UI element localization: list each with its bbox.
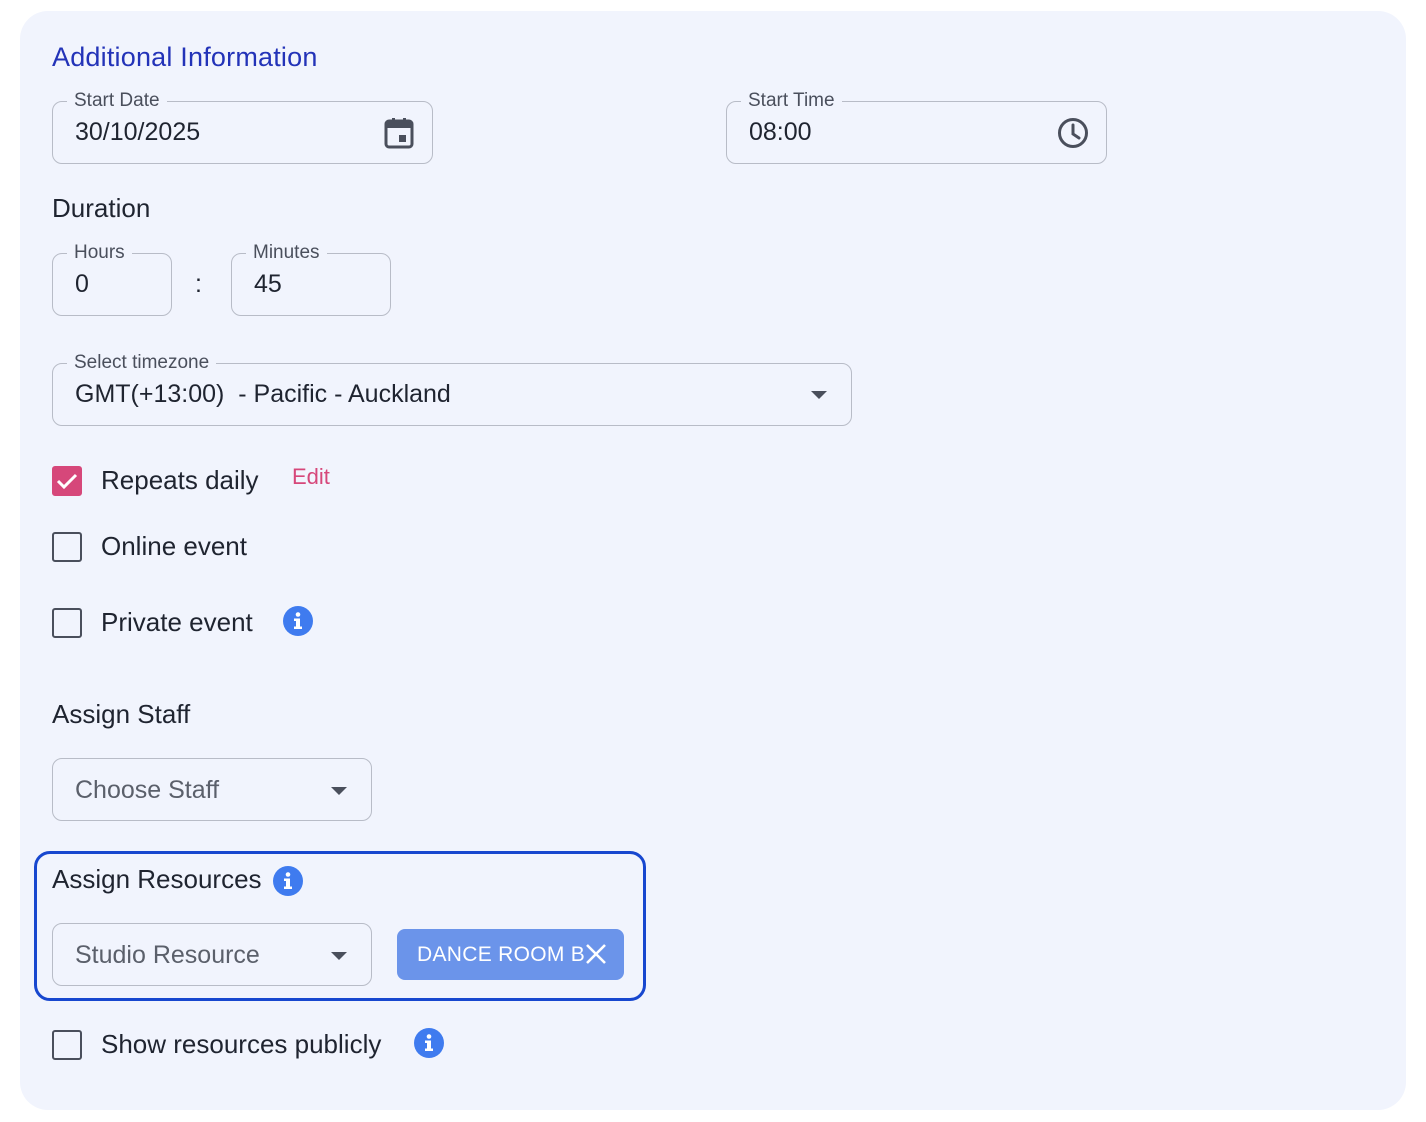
resource-chip-dance-room-b[interactable]: DANCE ROOM B — [397, 929, 624, 980]
chevron-down-icon — [331, 952, 347, 960]
hours-label: Hours — [67, 241, 132, 265]
start-date-field[interactable]: Start Date 30/10/2025 — [52, 89, 433, 164]
timezone-select[interactable]: Select timezone GMT(+13:00) - Pacific - … — [52, 351, 852, 426]
start-date-label: Start Date — [67, 89, 167, 113]
timezone-value: GMT(+13:00) - Pacific - Auckland — [75, 380, 451, 408]
minutes-label: Minutes — [246, 241, 327, 265]
repeats-daily-checkbox[interactable] — [52, 466, 82, 496]
start-time-label: Start Time — [741, 89, 842, 113]
clock-icon[interactable] — [1056, 116, 1090, 150]
show-resources-publicly-checkbox[interactable] — [52, 1030, 82, 1060]
chevron-down-icon — [331, 787, 347, 795]
show-resources-info-icon[interactable] — [414, 1028, 444, 1058]
close-icon[interactable] — [584, 942, 608, 966]
start-time-value: 08:00 — [749, 118, 812, 146]
assign-resources-info-icon[interactable] — [273, 866, 303, 896]
studio-resource-select[interactable]: Studio Resource — [52, 923, 372, 986]
assign-resources-heading: Assign Resources — [52, 864, 262, 894]
resource-chip-label: DANCE ROOM B — [417, 942, 586, 966]
checkmark-icon — [56, 473, 78, 490]
assign-staff-heading: Assign Staff — [52, 699, 191, 729]
private-event-label: Private event — [101, 607, 253, 637]
online-event-label: Online event — [101, 531, 247, 561]
edit-repeat-link[interactable]: Edit — [292, 464, 330, 490]
start-date-value: 30/10/2025 — [75, 118, 201, 146]
choose-staff-placeholder: Choose Staff — [75, 776, 220, 804]
private-event-checkbox[interactable] — [52, 608, 82, 638]
studio-resource-placeholder: Studio Resource — [75, 941, 260, 969]
start-time-field[interactable]: Start Time 08:00 — [726, 89, 1107, 164]
chevron-down-icon — [811, 391, 827, 399]
private-event-info-icon[interactable] — [283, 606, 313, 636]
calendar-icon[interactable] — [383, 116, 415, 150]
hours-value: 0 — [75, 270, 89, 298]
choose-staff-select[interactable]: Choose Staff — [52, 758, 372, 821]
section-title: Additional Information — [52, 42, 318, 72]
hours-input[interactable]: Hours 0 — [52, 241, 172, 316]
repeats-daily-label: Repeats daily — [101, 465, 259, 495]
timezone-label: Select timezone — [67, 351, 217, 375]
online-event-checkbox[interactable] — [52, 532, 82, 562]
duration-heading: Duration — [52, 193, 151, 223]
duration-separator: : — [195, 270, 202, 298]
show-resources-publicly-label: Show resources publicly — [101, 1029, 382, 1059]
minutes-input[interactable]: Minutes 45 — [231, 241, 391, 316]
minutes-value: 45 — [254, 270, 282, 298]
